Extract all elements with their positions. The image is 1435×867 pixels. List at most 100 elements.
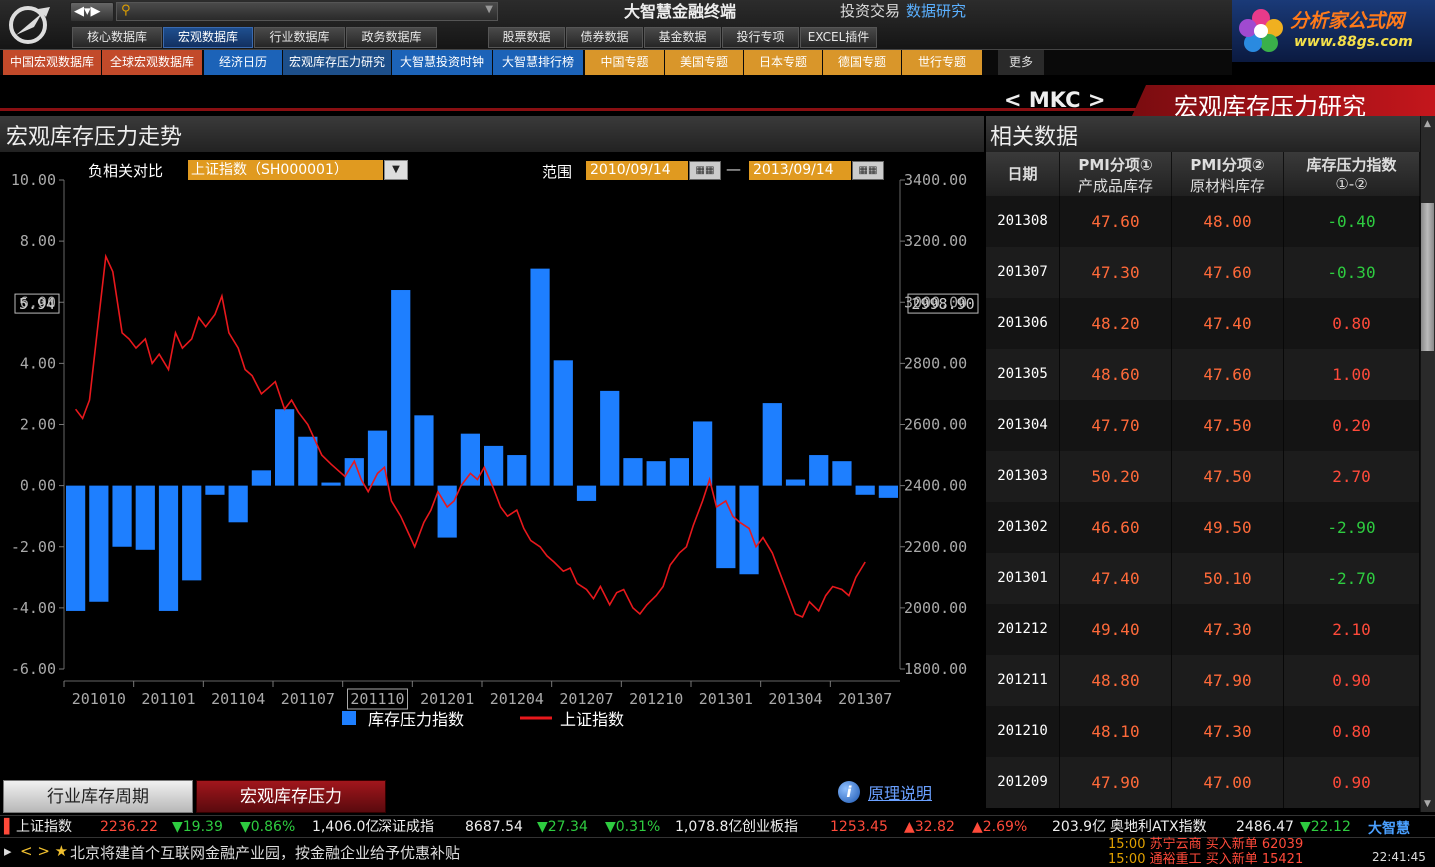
db-tab-excel[interactable]: EXCEL插件	[800, 27, 877, 48]
info-icon[interactable]: i	[838, 781, 860, 803]
bar-201010[interactable]	[89, 485, 109, 602]
ticker-sz-name[interactable]: 深证成指	[378, 816, 434, 838]
subnav-japan-topic[interactable]: 日本专题	[744, 50, 822, 75]
db-tab-stock[interactable]: 股票数据	[488, 27, 565, 48]
calendar-icon[interactable]: ▦▦	[689, 161, 721, 180]
bar-201206[interactable]	[553, 360, 573, 486]
bar-201212[interactable]	[693, 421, 713, 486]
db-tab-bond[interactable]: 债券数据	[566, 27, 643, 48]
bar-201208[interactable]	[600, 390, 620, 486]
bar-201304[interactable]	[785, 479, 806, 486]
bar-201210[interactable]	[646, 461, 666, 486]
table-row[interactable]: 201302 46.60 49.50 -2.90	[986, 502, 1420, 553]
chevron-down-icon[interactable]: ▼	[485, 4, 493, 15]
bar-201205[interactable]	[530, 268, 550, 486]
bar-201112[interactable]	[414, 415, 434, 486]
alert-row[interactable]: 15:00 苏宁云商 买入新单 62039	[1108, 837, 1368, 852]
subnav-econ-calendar[interactable]: 经济日历	[204, 50, 282, 75]
db-tab-macro[interactable]: 宏观数据库	[163, 27, 253, 48]
subnav-rankings[interactable]: 大智慧排行榜	[493, 50, 583, 75]
bar-201207[interactable]	[576, 485, 597, 501]
bar-201012[interactable]	[135, 485, 155, 550]
subnav-worldbank-topic[interactable]: 世行专题	[902, 50, 982, 75]
bar-201202[interactable]	[460, 433, 480, 486]
bar-201209[interactable]	[623, 458, 643, 486]
bar-201111[interactable]	[391, 290, 411, 486]
subnav-germany-topic[interactable]: 德国专题	[823, 50, 901, 75]
bar-201009[interactable]	[66, 485, 86, 611]
bar-201306[interactable]	[832, 461, 852, 486]
table-row[interactable]: 201305 48.60 47.60 1.00	[986, 349, 1420, 400]
ticker-atx-name[interactable]: 奥地利ATX指数	[1110, 816, 1207, 838]
bar-201303[interactable]	[762, 403, 782, 486]
subnav-china-macro[interactable]: 中国宏观数据库	[3, 50, 101, 75]
mkc-label[interactable]: < MKC >	[1004, 88, 1105, 112]
table-row[interactable]: 201301 47.40 50.10 -2.70	[986, 553, 1420, 604]
db-tab-industry[interactable]: 行业数据库	[254, 27, 345, 48]
subnav-china-topic[interactable]: 中国专题	[585, 50, 664, 75]
db-tab-core[interactable]: 核心数据库	[72, 27, 162, 48]
subnav-global-macro[interactable]: 全球宏观数据库	[102, 50, 202, 75]
tab-industry-cycle[interactable]: 行业库存周期	[3, 780, 193, 813]
bar-201211[interactable]	[669, 458, 689, 486]
table-row[interactable]: 201212 49.40 47.30 2.10	[986, 604, 1420, 655]
col-pmi-finished[interactable]: PMI分项① 产成品库存	[1060, 152, 1172, 196]
scrollbar-thumb[interactable]	[1421, 203, 1434, 351]
subnav-investment-clock[interactable]: 大智慧投资时钟	[392, 50, 492, 75]
bar-201301[interactable]	[716, 485, 736, 569]
bar-201305[interactable]	[809, 455, 829, 486]
table-row[interactable]: 201307 47.30 47.60 -0.30	[986, 247, 1420, 298]
table-row[interactable]: 201306 48.20 47.40 0.80	[986, 298, 1420, 349]
dzh-ticker-logo[interactable]: 大智慧	[1368, 818, 1410, 838]
bar-201203[interactable]	[484, 445, 504, 486]
bar-201103[interactable]	[205, 485, 225, 495]
bar-201110[interactable]	[367, 430, 388, 486]
tab-macro-pressure[interactable]: 宏观库存压力	[196, 780, 386, 813]
brand-url[interactable]: www.88gs.com	[1294, 34, 1413, 50]
scroll-down-icon[interactable]: ▼	[1420, 796, 1435, 812]
scroll-up-icon[interactable]: ▲	[1420, 116, 1435, 132]
col-pressure-index[interactable]: 库存压力指数 ①-②	[1284, 152, 1420, 196]
col-date[interactable]: 日期	[986, 152, 1060, 196]
table-row[interactable]: 201303 50.20 47.50 2.70	[986, 451, 1420, 502]
chevron-down-icon[interactable]: ▼	[384, 160, 408, 180]
bar-201307[interactable]	[855, 485, 875, 495]
ticker-cy-name[interactable]: 创业板指	[742, 816, 798, 838]
ticker-sh-name[interactable]: 上证指数	[16, 816, 72, 838]
nav-back-forward-button[interactable]: ◀▾▶	[70, 2, 114, 22]
db-tab-government[interactable]: 政务数据库	[346, 27, 437, 48]
bar-201106[interactable]	[275, 409, 295, 486]
bar-201102[interactable]	[182, 485, 202, 581]
bar-201104[interactable]	[228, 485, 248, 523]
bar-201201[interactable]	[437, 485, 457, 538]
table-row[interactable]: 201304 47.70 47.50 0.20	[986, 400, 1420, 451]
db-tab-ib[interactable]: 投行专项	[722, 27, 799, 48]
tab-data-research[interactable]: 数据研究	[906, 2, 966, 20]
news-headline[interactable]: 北京将建首个互联网金融产业园，按金融企业给予优惠补贴	[70, 842, 460, 863]
bar-201011[interactable]	[112, 485, 132, 547]
subnav-more[interactable]: 更多	[998, 50, 1044, 75]
table-row[interactable]: 201209 47.90 47.00 0.90	[986, 757, 1420, 808]
subnav-inventory-pressure[interactable]: 宏观库存压力研究	[283, 50, 391, 75]
news-nav-buttons[interactable]: < > ★	[20, 842, 68, 860]
table-row[interactable]: 201211 48.80 47.90 0.90	[986, 655, 1420, 706]
end-date-input[interactable]: 2013/09/14	[749, 161, 851, 180]
col-pmi-raw[interactable]: PMI分项② 原材料库存	[1172, 152, 1284, 196]
index-select[interactable]: 上证指数（SH000001）	[188, 160, 383, 180]
bar-201107[interactable]	[298, 436, 318, 486]
bar-201105[interactable]	[251, 470, 271, 486]
subnav-us-topic[interactable]: 美国专题	[665, 50, 743, 75]
table-row[interactable]: 201308 47.60 48.00 -0.40	[986, 196, 1420, 247]
alert-row[interactable]: 15:00 通裕重工 买入新单 15421	[1108, 852, 1368, 867]
bar-201101[interactable]	[158, 485, 179, 611]
principle-link[interactable]: 原理说明	[868, 780, 932, 804]
tab-trade[interactable]: 投资交易	[840, 2, 900, 20]
bar-201204[interactable]	[507, 455, 527, 486]
table-row[interactable]: 201210 48.10 47.30 0.80	[986, 706, 1420, 757]
db-tab-fund[interactable]: 基金数据	[644, 27, 721, 48]
search-input[interactable]: ⚲ ▼	[116, 2, 498, 21]
bar-201108[interactable]	[321, 482, 341, 486]
start-date-input[interactable]: 2010/09/14	[586, 161, 688, 180]
calendar-icon[interactable]: ▦▦	[852, 161, 884, 180]
bar-201308[interactable]	[878, 485, 898, 498]
